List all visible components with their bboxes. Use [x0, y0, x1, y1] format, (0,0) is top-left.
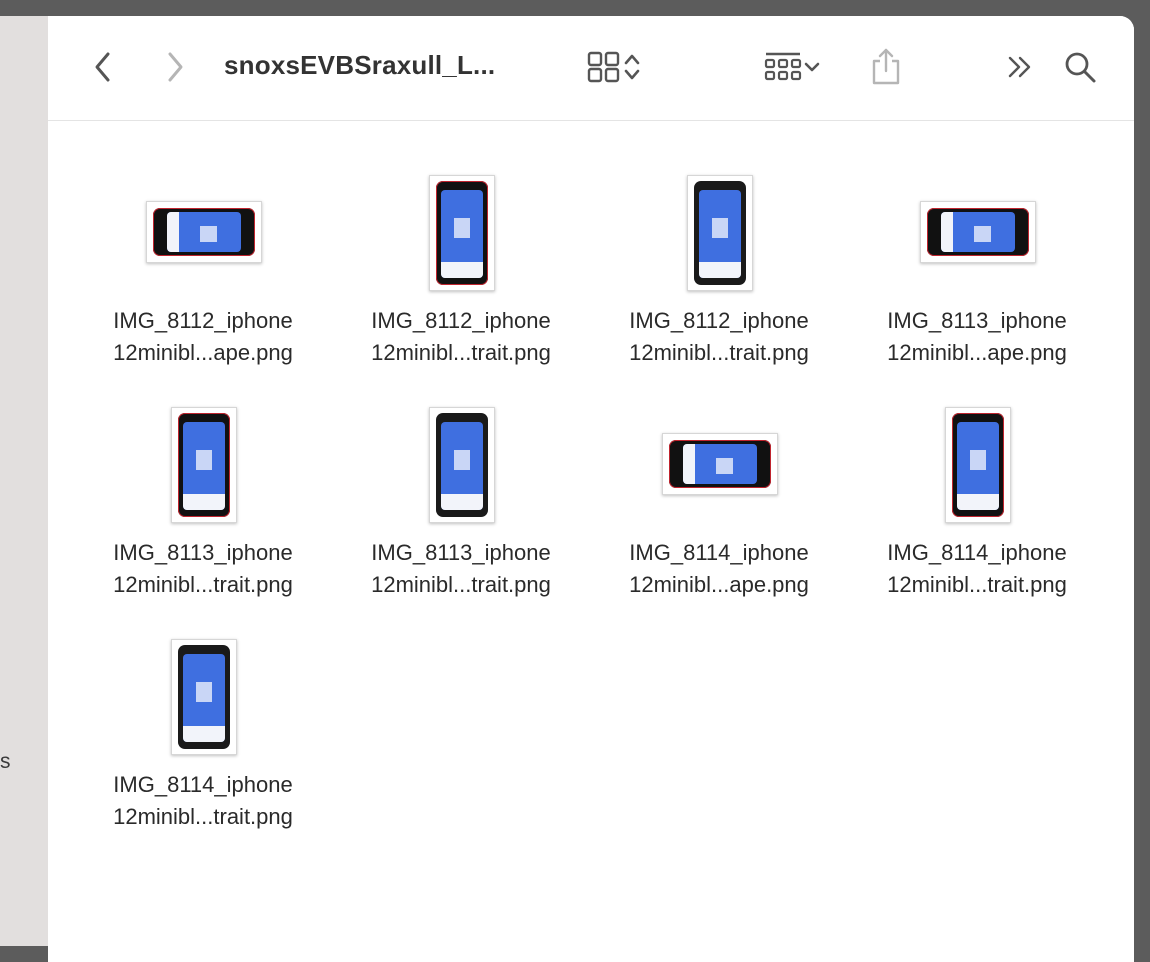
phone-preview [436, 181, 488, 285]
file-name-line-1: IMG_8114_iphone [629, 540, 809, 565]
file-name-line-1: IMG_8113_iphone [887, 308, 1067, 333]
file-name-line-2: 12minibl...trait.png [113, 804, 293, 829]
group-by-icon [764, 52, 802, 81]
app-screen-preview [957, 422, 999, 510]
group-by-button[interactable] [754, 48, 830, 86]
phone-preview [927, 208, 1029, 256]
file-thumbnail [945, 407, 1011, 523]
app-screen-preview [441, 422, 483, 510]
file-name-line-1: IMG_8112_iphone [629, 308, 809, 333]
file-name-label: IMG_8114_iphone 12minibl...trait.png [848, 537, 1106, 601]
file-name-label: IMG_8113_iphone 12minibl...trait.png [332, 537, 590, 601]
view-mode-button[interactable] [578, 48, 650, 86]
file-thumbnail [920, 201, 1036, 263]
file-item[interactable]: IMG_8113_iphone 12minibl...trait.png [332, 353, 590, 597]
file-thumbnail [171, 407, 237, 523]
file-name-line-2: 12minibl...ape.png [629, 572, 809, 597]
file-thumbnail-area [848, 403, 1106, 525]
chevron-down-icon [804, 62, 820, 72]
phone-preview [694, 181, 746, 285]
file-thumbnail-area [74, 171, 332, 293]
file-item[interactable]: IMG_8113_iphone 12minibl...ape.png [848, 121, 1106, 365]
phone-preview [178, 413, 230, 517]
app-screen-preview [941, 212, 1015, 252]
file-thumbnail [429, 407, 495, 523]
file-item[interactable]: IMG_8112_iphone 12minibl...trait.png [590, 121, 848, 365]
up-down-chevron-icon [624, 54, 640, 80]
more-toolbar-items-button[interactable] [1000, 50, 1040, 84]
double-chevron-right-icon [1008, 56, 1031, 78]
back-button[interactable] [86, 50, 120, 84]
finder-toolbar: snoxsEVBSraxull_L... [48, 16, 1134, 121]
file-thumbnail-area [332, 403, 590, 525]
file-item[interactable]: IMG_8112_iphone 12minibl...trait.png [332, 121, 590, 365]
phone-preview [153, 208, 255, 256]
file-thumbnail-area [590, 403, 848, 525]
phone-preview [178, 645, 230, 749]
file-thumbnail-area [590, 171, 848, 293]
file-thumbnail [429, 175, 495, 291]
sidebar-clipped-text: s [0, 750, 11, 773]
app-screen-preview [699, 190, 741, 278]
icon-grid-view-icon [587, 51, 620, 83]
file-name-line-1: IMG_8112_iphone [371, 308, 551, 333]
file-name-line-1: IMG_8114_iphone [113, 772, 293, 797]
chevron-right-icon [168, 52, 183, 82]
file-item[interactable]: IMG_8112_iphone 12minibl...ape.png [74, 121, 332, 365]
file-thumbnail-area [74, 403, 332, 525]
chevron-left-icon [95, 52, 110, 82]
folder-title: snoxsEVBSraxull_L... [224, 50, 496, 80]
file-thumbnail-area [848, 171, 1106, 293]
file-name-line-1: IMG_8113_iphone [371, 540, 551, 565]
desktop-background: s snoxsEVBSraxull_L... IMG_8112_iphone 1… [0, 0, 1150, 962]
magnifying-glass-icon [1065, 52, 1096, 83]
share-icon [872, 48, 900, 85]
app-screen-preview [167, 212, 241, 252]
file-item[interactable]: IMG_8114_iphone 12minibl...trait.png [848, 353, 1106, 597]
search-button[interactable] [1060, 48, 1100, 86]
file-thumbnail [171, 639, 237, 755]
file-name-line-2: 12minibl...trait.png [371, 572, 551, 597]
file-item[interactable]: IMG_8114_iphone 12minibl...trait.png [74, 585, 332, 829]
file-name-label: IMG_8114_iphone 12minibl...ape.png [590, 537, 848, 601]
file-thumbnail [146, 201, 262, 263]
file-thumbnail-area [74, 635, 332, 757]
file-name-line-1: IMG_8112_iphone [113, 308, 293, 333]
phone-preview [436, 413, 488, 517]
share-button[interactable] [866, 46, 906, 88]
forward-button[interactable] [158, 50, 192, 84]
file-name-line-1: IMG_8113_iphone [113, 540, 293, 565]
app-screen-preview [441, 190, 483, 278]
finder-sidebar-strip[interactable]: s [0, 16, 48, 946]
file-name-line-2: 12minibl...trait.png [887, 572, 1067, 597]
file-thumbnail [662, 433, 778, 495]
file-item[interactable]: IMG_8114_iphone 12minibl...ape.png [590, 353, 848, 597]
file-item[interactable]: IMG_8113_iphone 12minibl...trait.png [74, 353, 332, 597]
app-screen-preview [183, 654, 225, 742]
file-thumbnail-area [332, 171, 590, 293]
file-name-line-1: IMG_8114_iphone [887, 540, 1067, 565]
app-screen-preview [683, 444, 757, 484]
finder-window: snoxsEVBSraxull_L... IMG_8112_iphone 12m… [48, 16, 1134, 962]
file-thumbnail [687, 175, 753, 291]
phone-preview [952, 413, 1004, 517]
file-name-label: IMG_8114_iphone 12minibl...trait.png [74, 769, 332, 833]
file-icon-grid-area: IMG_8112_iphone 12minibl...ape.png IMG_811… [48, 121, 1134, 962]
phone-preview [669, 440, 771, 488]
app-screen-preview [183, 422, 225, 510]
